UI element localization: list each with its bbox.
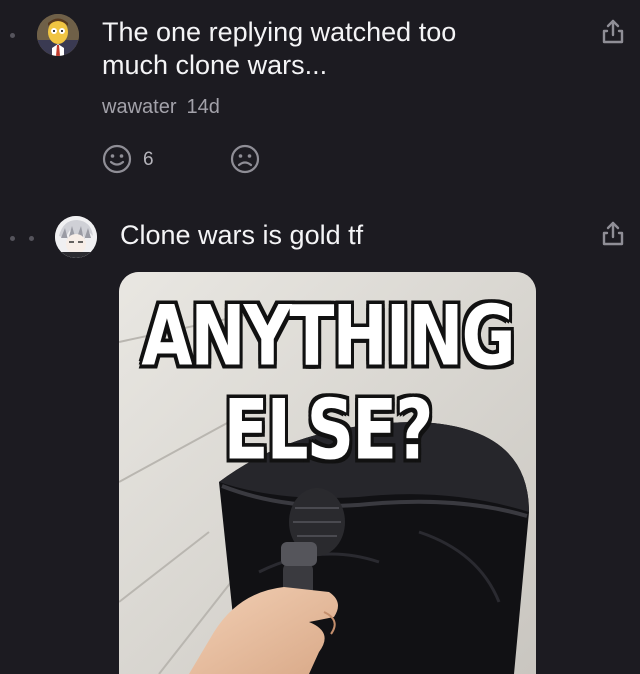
downvote-button[interactable] xyxy=(230,144,260,174)
meme-caption-line-2: ELSE? xyxy=(223,382,433,479)
comment-thread: The one replying watched too much clone … xyxy=(0,0,640,674)
meme-image[interactable]: ANYTHING ELSE? xyxy=(119,272,536,674)
meme-caption-line-1: ANYTHING xyxy=(141,288,515,385)
smile-icon xyxy=(102,144,132,174)
anime-character-avatar-icon xyxy=(55,216,97,258)
thread-depth-dot xyxy=(10,33,15,38)
share-button[interactable] xyxy=(600,18,626,46)
thread-depth-dot xyxy=(29,236,34,241)
author-name[interactable]: wawater xyxy=(102,96,176,118)
timestamp: 14d xyxy=(186,96,220,118)
avatar[interactable] xyxy=(37,14,79,56)
comment-meta: wawater 14d xyxy=(102,96,220,119)
thread-depth-dot xyxy=(10,236,15,241)
cartoon-businessman-avatar-icon xyxy=(37,14,79,56)
share-icon xyxy=(602,19,624,44)
comment-text: The one replying watched too much clone … xyxy=(102,17,457,80)
comment-text: Clone wars is gold tf xyxy=(120,220,364,250)
upvote-button[interactable] xyxy=(102,144,132,174)
share-button[interactable] xyxy=(600,220,626,248)
share-icon xyxy=(602,221,624,246)
frown-icon xyxy=(230,144,260,174)
avatar[interactable] xyxy=(55,216,97,258)
upvote-count: 6 xyxy=(143,149,154,170)
